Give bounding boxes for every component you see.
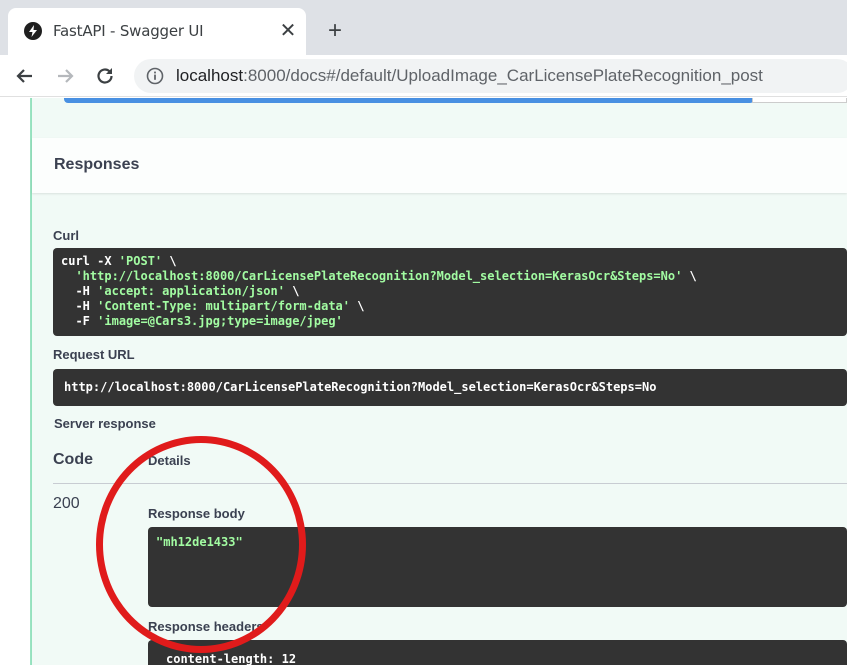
back-icon[interactable]: [12, 63, 38, 89]
response-header-line: content-length: 12: [166, 652, 297, 665]
request-url-label: Request URL: [53, 347, 135, 362]
details-column-header: Details: [148, 453, 191, 468]
address-bar[interactable]: localhost:8000/docs#/default/UploadImage…: [134, 59, 847, 93]
response-headers-block[interactable]: content-length: 12: [148, 640, 847, 665]
response-body-label: Response body: [148, 506, 245, 521]
curl-cmd: curl -X: [61, 254, 119, 268]
server-response-label: Server response: [54, 416, 156, 431]
url-path: :8000/docs#/default/UploadImage_CarLicen…: [243, 66, 763, 85]
curl-cont: \: [162, 254, 177, 268]
response-headers-label: Response headers: [148, 619, 264, 634]
curl-flag: -H: [75, 284, 98, 298]
responses-header: Responses: [32, 138, 847, 193]
curl-cont: \: [350, 299, 365, 313]
request-url-text: http://localhost:8000/CarLicensePlateRec…: [64, 380, 657, 394]
swagger-page: Responses Curl curl -X 'POST' \ 'http://…: [0, 98, 847, 665]
curl-url: 'http://localhost:8000/CarLicensePlateRe…: [75, 269, 683, 283]
reload-icon[interactable]: [92, 63, 118, 89]
curl-cont: \: [284, 284, 300, 298]
tab-title: FastAPI - Swagger UI: [53, 22, 204, 40]
curl-flag: -H: [75, 299, 98, 313]
status-code: 200: [53, 495, 80, 512]
info-icon[interactable]: [146, 67, 164, 85]
forward-icon[interactable]: [52, 63, 78, 89]
fastapi-icon: [24, 22, 42, 40]
table-divider: [53, 483, 847, 484]
tab-strip: FastAPI - Swagger UI ✕ +: [0, 0, 847, 55]
url-text[interactable]: localhost:8000/docs#/default/UploadImage…: [176, 66, 763, 86]
curl-header-accept: 'accept: application/json': [97, 284, 285, 298]
code-column-header: Code: [53, 451, 93, 468]
curl-code-block[interactable]: curl -X 'POST' \ 'http://localhost:8000/…: [53, 248, 847, 336]
curl-cont: \: [682, 269, 697, 283]
execute-button[interactable]: [64, 98, 754, 103]
response-body-text: "mh12de1433": [156, 535, 243, 549]
plus-icon[interactable]: +: [322, 18, 348, 44]
request-url-block[interactable]: http://localhost:8000/CarLicensePlateRec…: [53, 369, 847, 406]
curl-form-image: 'image=@Cars3.jpg;type=image/jpeg': [97, 314, 343, 328]
browser-toolbar: localhost:8000/docs#/default/UploadImage…: [0, 55, 847, 97]
curl-flag: -F: [75, 314, 98, 328]
response-body-block[interactable]: "mh12de1433": [148, 527, 847, 607]
close-icon[interactable]: ✕: [276, 19, 300, 43]
browser-tab[interactable]: FastAPI - Swagger UI ✕: [8, 8, 306, 55]
curl-label: Curl: [53, 228, 79, 243]
curl-header-content-type: 'Content-Type: multipart/form-data': [97, 299, 351, 313]
curl-method: 'POST': [118, 254, 163, 268]
responses-title: Responses: [54, 156, 140, 173]
clear-button[interactable]: [752, 98, 847, 103]
url-host: localhost: [176, 66, 244, 85]
